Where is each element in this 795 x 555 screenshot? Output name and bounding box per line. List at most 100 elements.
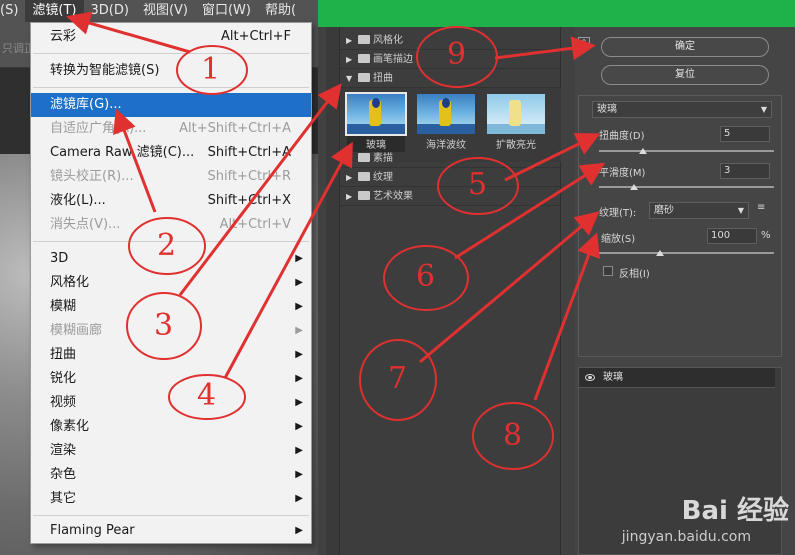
- distortion-slider-track[interactable]: [599, 150, 774, 152]
- scale-unit: %: [761, 230, 771, 241]
- distortion-input[interactable]: 5: [720, 126, 770, 142]
- menu-item-pixelate[interactable]: 像素化 ▶: [31, 415, 311, 439]
- expand-arrow-icon: ▶: [346, 192, 353, 201]
- texture-menu-icon[interactable]: ≡: [757, 202, 765, 213]
- ok-button[interactable]: 确定: [601, 37, 769, 57]
- reset-button[interactable]: 复位: [601, 65, 769, 85]
- scale-label: 缩放(S): [601, 234, 636, 245]
- smoothness-slider-track[interactable]: [599, 186, 774, 188]
- thumb-diffuse-glow[interactable]: 扩散亮光: [487, 94, 545, 152]
- menu-separator: [33, 87, 309, 88]
- effect-layer-row[interactable]: 玻璃: [579, 368, 775, 388]
- thumbnail-image: [487, 94, 545, 134]
- submenu-arrow-icon: ▶: [295, 253, 303, 264]
- filter-category-list: ▶ 风格化 ▶ 画笔描边 ▼ 扭曲 玻璃 海洋波纹 扩散亮光 ▶ 素描 ▶ 纹理 ▶ 艺术效…: [339, 27, 561, 555]
- menu-view[interactable]: 视图(V): [136, 0, 195, 22]
- menu-item-adaptive-wide-angle[interactable]: 自适应广角(A)... Alt+Shift+Ctrl+A: [31, 117, 311, 141]
- menu-item-liquify[interactable]: 液化(L)... Shift+Ctrl+X: [31, 189, 311, 213]
- menu-filter[interactable]: 滤镜(T): [25, 0, 84, 22]
- panel-gap: [561, 27, 575, 555]
- category-label: 扭曲: [373, 73, 393, 84]
- main-menubar: (S) 滤镜(T) 3D(D) 视图(V) 窗口(W) 帮助(: [0, 0, 318, 22]
- category-texture[interactable]: ▶ 纹理: [340, 168, 560, 187]
- folder-icon: [358, 191, 370, 200]
- folder-icon: [358, 172, 370, 181]
- menu-item-convert-smart-filter[interactable]: 转换为智能滤镜(S): [31, 59, 311, 83]
- expand-arrow-icon: ▶: [346, 55, 353, 64]
- menu-item-label: 自适应广角(A)...: [50, 121, 147, 136]
- menu-item-shortcut: Shift+Ctrl+A: [207, 145, 291, 160]
- chevron-down-icon: ▼: [737, 206, 744, 215]
- menu-item-lens-correction[interactable]: 镜头校正(R)... Shift+Ctrl+R: [31, 165, 311, 189]
- submenu-arrow-icon: ▶: [295, 325, 303, 336]
- menu-item-label: 其它: [50, 491, 77, 506]
- thumb-glass[interactable]: 玻璃: [345, 92, 407, 152]
- menu-item-shortcut: Alt+Ctrl+V: [219, 217, 291, 232]
- menu-item-other[interactable]: 其它 ▶: [31, 487, 311, 511]
- menu-item-sharpen[interactable]: 锐化 ▶: [31, 367, 311, 391]
- menu-item-label: 扭曲: [50, 347, 77, 362]
- submenu-arrow-icon: ▶: [295, 349, 303, 360]
- annotation-number: 9: [447, 37, 467, 72]
- smoothness-input[interactable]: 3: [720, 163, 770, 179]
- menu-item-label: 3D: [50, 251, 69, 266]
- menu-item-stylize[interactable]: 风格化 ▶: [31, 271, 311, 295]
- menu-item-label: Camera Raw 滤镜(C)...: [50, 145, 195, 160]
- menu-item-flaming-pear[interactable]: Flaming Pear ▶: [31, 519, 311, 543]
- menu-item-clouds[interactable]: 云彩 Alt+Ctrl+F: [31, 25, 311, 49]
- menu-item-label: 视频: [50, 395, 77, 410]
- annotation-number: 7: [388, 361, 408, 396]
- chevron-down-icon: ▼: [760, 105, 767, 114]
- collapse-arrow-icon: ▼: [346, 74, 353, 83]
- eye-icon[interactable]: [585, 374, 595, 381]
- category-artistic[interactable]: ▶ 艺术效果: [340, 187, 560, 206]
- thumbnail-image: [417, 94, 475, 134]
- category-label: 纹理: [373, 172, 393, 183]
- expand-arrow-icon: ▶: [346, 173, 353, 182]
- category-sketch[interactable]: ▶ 素描: [340, 149, 560, 168]
- expand-arrow-icon: ▶: [346, 36, 353, 45]
- menu-select[interactable]: (S): [0, 0, 25, 22]
- menu-item-label: 渲染: [50, 443, 77, 458]
- menu-3d[interactable]: 3D(D): [84, 0, 136, 22]
- menu-item-label: 模糊画廊: [50, 323, 103, 338]
- texture-select[interactable]: 磨砂 ▼: [649, 202, 749, 219]
- scale-slider-track[interactable]: [599, 252, 774, 254]
- category-label: 艺术效果: [373, 191, 413, 202]
- menu-item-distort[interactable]: 扭曲 ▶: [31, 343, 311, 367]
- smoothness-slider-thumb[interactable]: [630, 184, 638, 190]
- distortion-slider-thumb[interactable]: [638, 148, 647, 154]
- folder-icon: [358, 35, 370, 44]
- menu-item-label: 杂色: [50, 467, 77, 482]
- invert-checkbox[interactable]: [603, 266, 613, 276]
- menu-help[interactable]: 帮助(: [258, 0, 303, 22]
- menu-item-label: 锐化: [50, 371, 77, 386]
- scale-input[interactable]: 100: [707, 228, 757, 244]
- texture-label: 纹理(T):: [599, 208, 637, 219]
- menu-item-shortcut: Shift+Ctrl+X: [207, 193, 291, 208]
- thumb-ocean-ripple[interactable]: 海洋波纹: [417, 94, 475, 152]
- menu-item-render[interactable]: 渲染 ▶: [31, 439, 311, 463]
- filter-dropdown-menu: 云彩 Alt+Ctrl+F 转换为智能滤镜(S) 滤镜库(G)... 自适应广角(…: [30, 22, 312, 544]
- submenu-arrow-icon: ▶: [295, 421, 303, 432]
- dialog-titlebar[interactable]: [318, 0, 795, 27]
- menu-item-label: 转换为智能滤镜(S): [50, 63, 160, 78]
- watermark-url: jingyan.baidu.com: [621, 529, 751, 545]
- submenu-arrow-icon: ▶: [295, 493, 303, 504]
- submenu-arrow-icon: ▶: [295, 525, 303, 536]
- menu-item-camera-raw[interactable]: Camera Raw 滤镜(C)... Shift+Ctrl+A: [31, 141, 311, 165]
- menu-item-label: 像素化: [50, 419, 90, 434]
- menu-item-shortcut: Alt+Ctrl+F: [221, 29, 291, 44]
- folder-icon: [358, 153, 370, 162]
- scale-slider-thumb[interactable]: [656, 250, 665, 256]
- collapse-toggle-icon[interactable]: ⌃: [578, 37, 590, 49]
- annotation-number: 6: [416, 259, 436, 294]
- menu-window[interactable]: 窗口(W): [195, 0, 258, 22]
- menu-item-label: 镜头校正(R)...: [50, 169, 134, 184]
- menu-item-filter-gallery[interactable]: 滤镜库(G)...: [31, 93, 311, 117]
- filter-select[interactable]: 玻璃 ▼: [592, 101, 772, 118]
- menu-item-label: 云彩: [50, 29, 77, 44]
- annotation-number: 3: [154, 308, 174, 343]
- menu-item-video[interactable]: 视频 ▶: [31, 391, 311, 415]
- menu-item-noise[interactable]: 杂色 ▶: [31, 463, 311, 487]
